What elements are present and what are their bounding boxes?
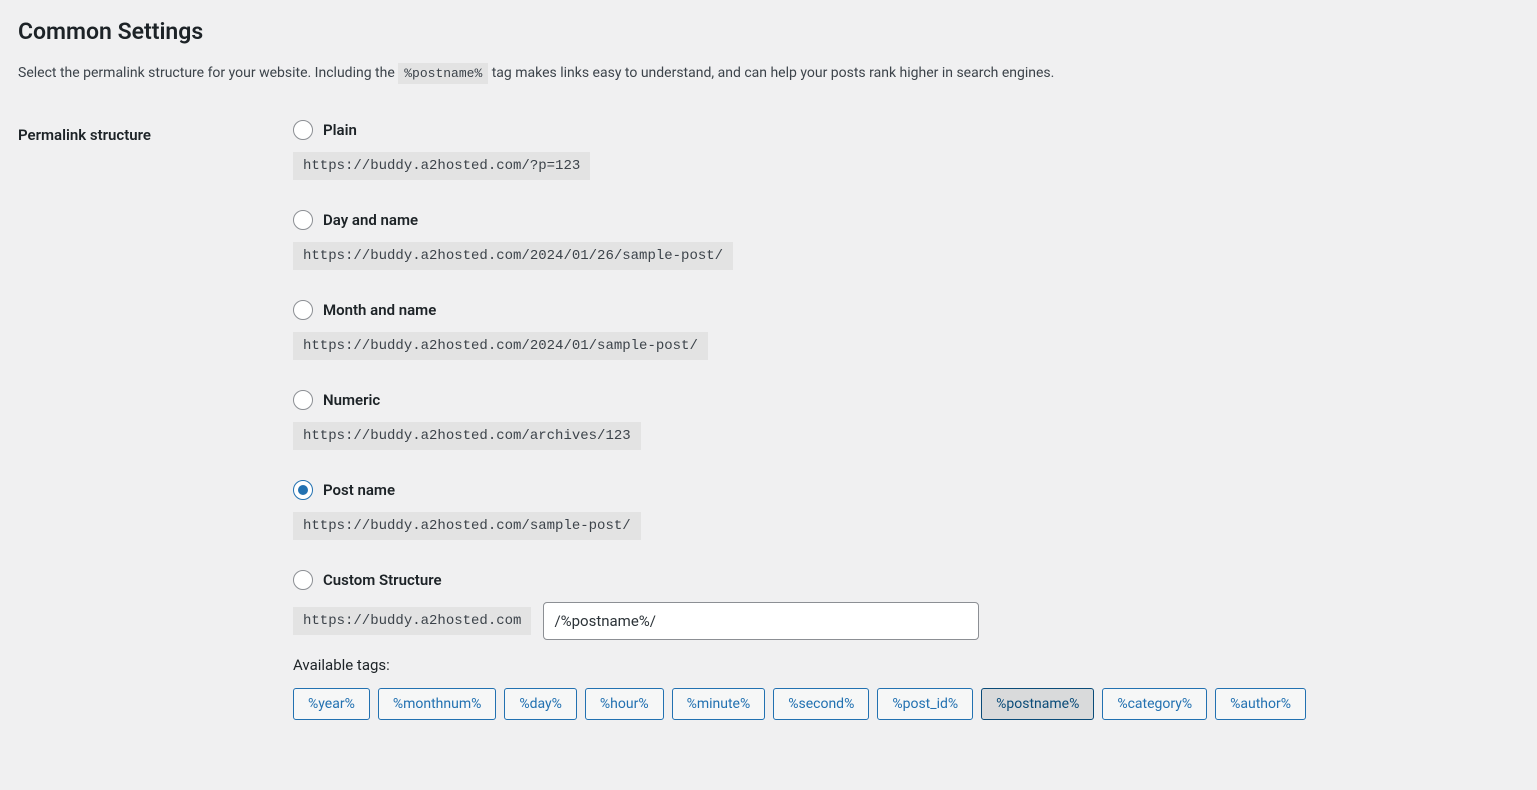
radio-custom[interactable] [293,570,313,590]
permalink-option-custom: Custom Structure https://buddy.a2hosted.c… [293,570,1519,720]
tag-button[interactable]: %monthnum% [378,688,497,720]
tag-button[interactable]: %post_id% [877,688,973,720]
permalink-option-month-name: Month and name https://buddy.a2hosted.com… [293,300,1519,360]
tag-button[interactable]: %second% [773,688,869,720]
custom-base-url: https://buddy.a2hosted.com [293,607,531,635]
permalink-structure-label: Permalink structure [18,120,293,144]
option-label[interactable]: Post name [323,481,395,499]
radio-plain[interactable] [293,120,313,140]
tag-button[interactable]: %minute% [672,688,766,720]
desc-code-tag: %postname% [398,63,488,84]
desc-text-post: tag makes links easy to understand, and … [488,65,1054,81]
option-example-url: https://buddy.a2hosted.com/2024/01/26/sa… [293,242,733,270]
tag-button[interactable]: %category% [1102,688,1207,720]
radio-numeric[interactable] [293,390,313,410]
tag-button[interactable]: %hour% [585,688,664,720]
option-example-url: https://buddy.a2hosted.com/sample-post/ [293,512,641,540]
section-description: Select the permalink structure for your … [18,63,1519,84]
permalink-options: Plain https://buddy.a2hosted.com/?p=123 Da… [293,120,1519,750]
tag-button[interactable]: %postname% [981,688,1094,720]
permalink-option-post-name: Post name https://buddy.a2hosted.com/samp… [293,480,1519,540]
option-label[interactable]: Numeric [323,391,380,409]
option-example-url: https://buddy.a2hosted.com/?p=123 [293,152,590,180]
option-label[interactable]: Plain [323,121,357,139]
tag-button[interactable]: %day% [504,688,577,720]
desc-text-pre: Select the permalink structure for your … [18,65,398,81]
tag-button[interactable]: %year% [293,688,370,720]
option-example-url: https://buddy.a2hosted.com/archives/123 [293,422,641,450]
section-heading: Common Settings [18,18,1519,45]
permalink-option-plain: Plain https://buddy.a2hosted.com/?p=123 [293,120,1519,180]
option-label[interactable]: Month and name [323,301,436,319]
custom-structure-input[interactable] [543,602,979,640]
radio-post-name[interactable] [293,480,313,500]
permalink-option-numeric: Numeric https://buddy.a2hosted.com/archiv… [293,390,1519,450]
available-tags: %year%%monthnum%%day%%hour%%minute%%seco… [293,688,1519,720]
option-label[interactable]: Custom Structure [323,571,442,589]
option-label[interactable]: Day and name [323,211,418,229]
radio-month-name[interactable] [293,300,313,320]
radio-day-name[interactable] [293,210,313,230]
tag-button[interactable]: %author% [1215,688,1306,720]
available-tags-label: Available tags: [293,656,1519,674]
permalink-option-day-name: Day and name https://buddy.a2hosted.com/2… [293,210,1519,270]
option-example-url: https://buddy.a2hosted.com/2024/01/sampl… [293,332,708,360]
